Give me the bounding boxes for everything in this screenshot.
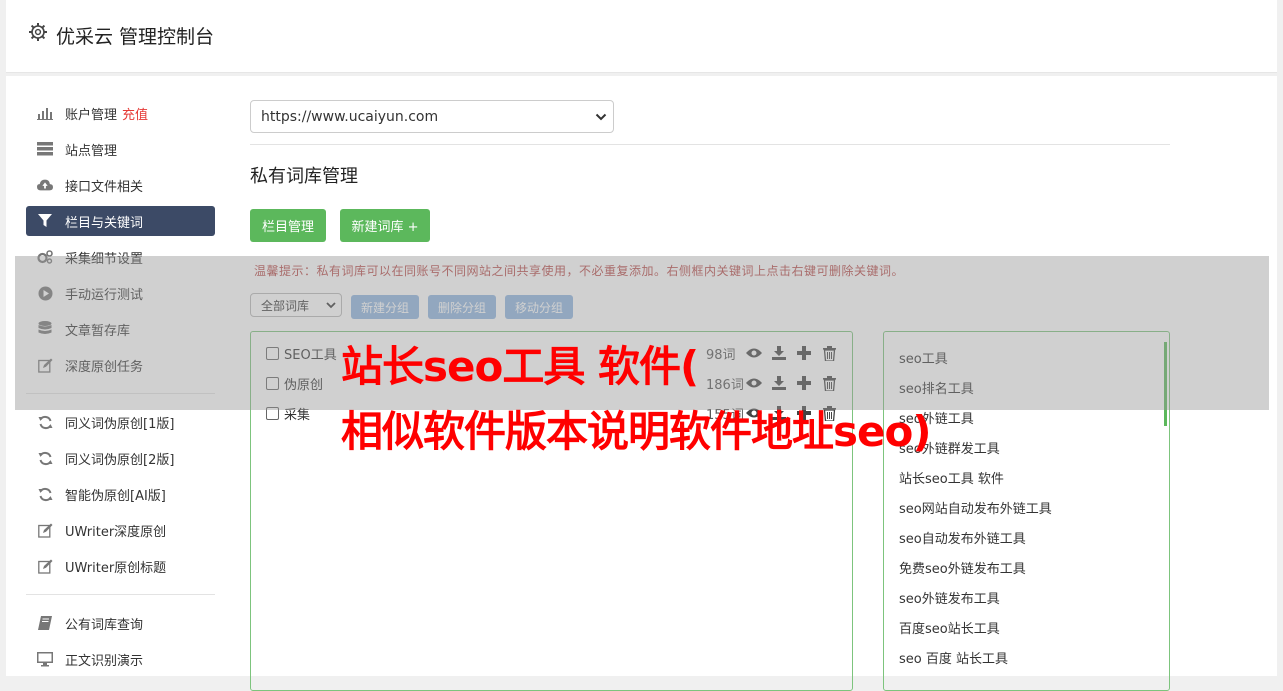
sidebar-item-label: 栏目与关键词	[65, 215, 144, 231]
bar-chart-icon	[37, 105, 53, 121]
site-select[interactable]: https://www.ucaiyun.com	[250, 100, 614, 133]
desktop-icon	[37, 651, 53, 667]
site-select-value: https://www.ucaiyun.com	[261, 108, 439, 125]
sidebar-item-label: UWriter深度原创	[65, 524, 167, 540]
refresh-icon	[37, 450, 53, 466]
page-title: 私有词库管理	[250, 166, 358, 187]
sidebar-item-synonym-v2[interactable]: 同义词伪原创[2版]	[26, 443, 215, 473]
sidebar-item-columns-keywords[interactable]: 栏目与关键词	[26, 206, 215, 236]
overlay-headline-line1: 站长seo工具 软件(	[341, 342, 699, 391]
edit-icon	[37, 558, 53, 574]
sidebar-item-synonym-v1[interactable]: 同义词伪原创[1版]	[26, 407, 215, 437]
sidebar-item-text-recognition[interactable]: 正文识别演示	[26, 644, 215, 674]
sidebar-item-label: 智能伪原创[AI版]	[65, 488, 166, 504]
keyword-item[interactable]: 免费seo外链发布工具	[899, 558, 1026, 577]
keyword-item[interactable]: 站长seo工具 软件	[899, 468, 1004, 487]
sidebar-item-account[interactable]: 账户管理 充值	[26, 98, 215, 128]
keyword-item[interactable]: seo 百度 站长工具	[899, 648, 1008, 667]
cloud-upload-icon	[37, 177, 53, 193]
sidebar-item-uwriter-deep[interactable]: UWriter深度原创	[26, 515, 215, 545]
sidebar-item-label: 同义词伪原创[1版]	[65, 416, 175, 432]
refresh-icon	[37, 414, 53, 430]
gear-icon	[29, 23, 47, 41]
filter-icon	[37, 213, 53, 229]
refresh-icon	[37, 486, 53, 502]
edit-icon	[37, 522, 53, 538]
chevron-down-icon	[595, 113, 607, 121]
keyword-item[interactable]: seo外链发布工具	[899, 588, 1000, 607]
header-bar: 优采云 管理控制台	[6, 0, 1277, 73]
sidebar-item-label: 公有词库查询	[65, 617, 144, 633]
keyword-item[interactable]: 百度seo站长工具	[899, 618, 1000, 637]
keyword-item[interactable]: seo网站自动发布外链工具	[899, 498, 1052, 517]
book-icon	[37, 615, 53, 631]
sidebar-item-label: 接口文件相关	[65, 179, 144, 195]
sidebar-item-api-files[interactable]: 接口文件相关	[26, 170, 215, 200]
column-manage-button[interactable]: 栏目管理	[250, 209, 326, 242]
app-title: 优采云 管理控制台	[56, 26, 215, 48]
sidebar-item-label: 账户管理	[65, 107, 118, 123]
recharge-link[interactable]: 充值	[122, 104, 148, 123]
sidebar-item-ai-original[interactable]: 智能伪原创[AI版]	[26, 479, 215, 509]
sidebar-item-label: 同义词伪原创[2版]	[65, 452, 175, 468]
sidebar-item-public-library[interactable]: 公有词库查询	[26, 608, 215, 638]
sidebar-divider	[26, 594, 215, 595]
server-icon	[37, 141, 53, 157]
keyword-item[interactable]: seo自动发布外链工具	[899, 528, 1026, 547]
sidebar-item-sites[interactable]: 站点管理	[26, 134, 215, 164]
content-divider	[250, 144, 1170, 145]
new-library-button[interactable]: 新建词库 +	[340, 209, 430, 242]
sidebar-item-label: 正文识别演示	[65, 653, 144, 669]
sidebar-item-label: UWriter原创标题	[65, 560, 167, 576]
sidebar-item-label: 站点管理	[65, 143, 118, 159]
overlay-headline-line2: 相似软件版本说明软件地址seo)	[341, 407, 932, 456]
sidebar-item-uwriter-title[interactable]: UWriter原创标题	[26, 551, 215, 581]
